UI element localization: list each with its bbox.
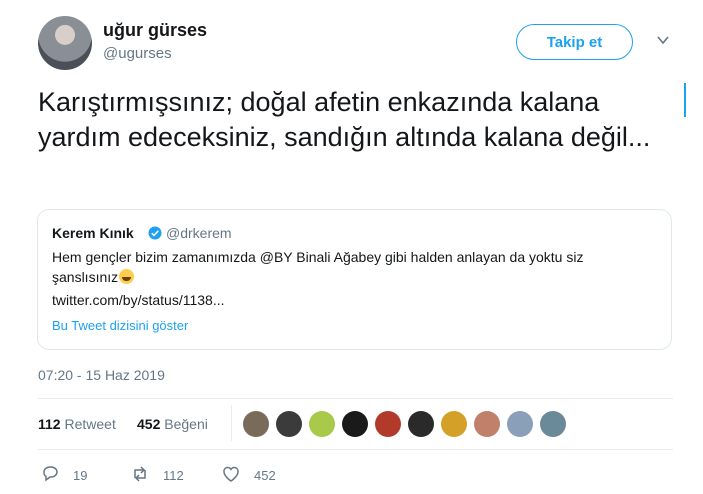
verified-badge-icon xyxy=(148,226,162,240)
liker-avatar[interactable] xyxy=(276,411,302,437)
retweet-count-label: Retweet xyxy=(64,416,116,432)
chevron-down-icon[interactable] xyxy=(656,33,670,47)
follow-button[interactable]: Takip et xyxy=(516,24,633,60)
like-count-label: Beğeni xyxy=(164,416,208,432)
grinning-face-icon xyxy=(119,269,135,284)
liker-avatar[interactable] xyxy=(309,411,335,437)
reply-icon[interactable] xyxy=(40,464,60,484)
liker-avatar[interactable] xyxy=(507,411,533,437)
liker-avatar[interactable] xyxy=(540,411,566,437)
liker-avatar[interactable] xyxy=(441,411,467,437)
heart-icon[interactable] xyxy=(221,464,241,484)
retweet-count[interactable]: 112 Retweet xyxy=(38,416,116,432)
text-cursor xyxy=(684,83,686,117)
like-action-count[interactable]: 452 xyxy=(254,468,276,483)
reply-count[interactable]: 19 xyxy=(73,468,87,483)
retweet-action-count[interactable]: 112 xyxy=(163,468,184,483)
retweet-icon[interactable] xyxy=(130,464,150,484)
stats-divider-bottom xyxy=(38,449,673,450)
stats-separator xyxy=(231,405,232,441)
quoted-author-handle: @drkerem xyxy=(166,225,232,241)
liker-avatar[interactable] xyxy=(474,411,500,437)
like-count[interactable]: 452 Beğeni xyxy=(137,416,208,432)
tweet-timestamp[interactable]: 07:20 - 15 Haz 2019 xyxy=(38,367,165,383)
liker-avatar[interactable] xyxy=(375,411,401,437)
author-handle[interactable]: @ugurses xyxy=(103,45,172,62)
like-count-value: 452 xyxy=(137,416,161,432)
author-avatar[interactable] xyxy=(38,16,92,70)
liker-avatar[interactable] xyxy=(408,411,434,437)
quoted-tweet-text: Hem gençler bizim zamanımızda @BY Binali… xyxy=(52,247,652,287)
quoted-author-name: Kerem Kınık xyxy=(52,225,134,241)
liker-avatar[interactable] xyxy=(342,411,368,437)
liker-avatar[interactable] xyxy=(243,411,269,437)
retweet-count-value: 112 xyxy=(38,416,61,432)
show-thread-link[interactable]: Bu Tweet dizisini göster xyxy=(52,318,188,333)
quoted-tweet-link[interactable]: twitter.com/by/status/1138... xyxy=(52,292,224,308)
stats-divider-top xyxy=(38,398,673,399)
tweet-text: Karıştırmışsınız; doğal afetin enkazında… xyxy=(38,87,651,152)
author-name[interactable]: uğur gürses xyxy=(103,20,207,41)
